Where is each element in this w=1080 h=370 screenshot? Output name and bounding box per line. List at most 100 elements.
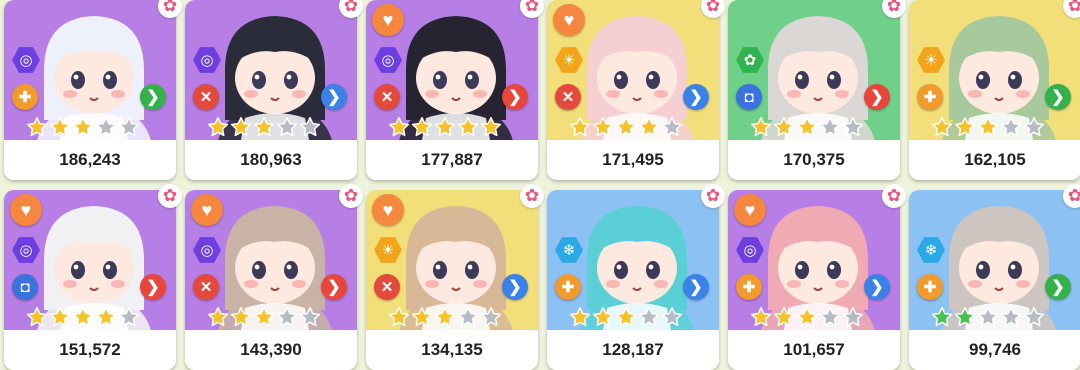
hero-card[interactable]: ♥ ✿ ☀ ✕ ❯ 134,135 [366, 184, 544, 370]
power-value: 162,105 [909, 140, 1080, 180]
favorite-heart-icon: ♥ [372, 4, 404, 36]
next-arrow-icon[interactable]: ❯ [321, 274, 347, 300]
next-arrow-icon[interactable]: ❯ [502, 84, 528, 110]
star-icon [95, 116, 117, 137]
star-icon [95, 306, 117, 327]
star-icon [615, 116, 637, 137]
favorite-heart-icon: ♥ [734, 194, 766, 226]
star-rating [569, 306, 683, 330]
favorite-heart-icon: ♥ [191, 194, 223, 226]
star-icon [253, 116, 275, 137]
flower-icon[interactable]: ✿ [158, 0, 182, 18]
star-icon [457, 306, 479, 327]
star-icon [977, 306, 999, 327]
star-icon [931, 306, 953, 327]
star-rating [750, 306, 864, 330]
star-icon [72, 306, 94, 327]
flower-icon[interactable]: ✿ [882, 0, 906, 18]
star-icon [796, 306, 818, 327]
power-value: 170,375 [728, 140, 900, 180]
plus-icon: ✚ [736, 274, 762, 300]
next-arrow-icon[interactable]: ❯ [683, 84, 709, 110]
hero-card[interactable]: ♥ ✿ ◎ ✕ ❯ 177,887 [366, 0, 544, 180]
flower-icon[interactable]: ✿ [701, 0, 725, 18]
star-icon [615, 306, 637, 327]
power-value: 171,495 [547, 140, 719, 180]
star-rating [207, 116, 321, 140]
hero-card[interactable]: ♥ ✿ ☀ ✕ ❯ 171,495 [547, 0, 725, 180]
next-arrow-icon[interactable]: ❯ [140, 274, 166, 300]
favorite-heart-icon: ♥ [372, 194, 404, 226]
star-icon [638, 116, 660, 137]
star-icon [434, 116, 456, 137]
hero-card[interactable]: ✿ ☀ ✚ ❯ 162,105 [909, 0, 1080, 180]
star-rating [569, 116, 683, 140]
swords-icon: ✕ [193, 274, 219, 300]
star-icon [299, 306, 321, 327]
star-icon [299, 116, 321, 137]
power-value: 134,135 [366, 330, 538, 370]
next-arrow-icon[interactable]: ❯ [864, 84, 890, 110]
next-arrow-icon[interactable]: ❯ [1045, 274, 1071, 300]
star-icon [207, 116, 229, 137]
star-icon [480, 306, 502, 327]
star-rating [26, 306, 140, 330]
shield-icon: ◘ [736, 84, 762, 110]
star-icon [411, 116, 433, 137]
flower-icon[interactable]: ✿ [339, 184, 363, 208]
star-icon [457, 116, 479, 137]
star-icon [1000, 306, 1022, 327]
flower-icon[interactable]: ✿ [520, 0, 544, 18]
star-rating [750, 116, 864, 140]
shield-icon: ◘ [12, 274, 38, 300]
star-icon [72, 116, 94, 137]
next-arrow-icon[interactable]: ❯ [1045, 84, 1071, 110]
star-icon [750, 116, 772, 137]
star-icon [842, 116, 864, 137]
swords-icon: ✕ [555, 84, 581, 110]
next-arrow-icon[interactable]: ❯ [864, 274, 890, 300]
star-icon [49, 116, 71, 137]
star-icon [773, 116, 795, 137]
star-icon [276, 306, 298, 327]
next-arrow-icon[interactable]: ❯ [321, 84, 347, 110]
star-icon [796, 116, 818, 137]
star-icon [842, 306, 864, 327]
flower-icon[interactable]: ✿ [882, 184, 906, 208]
plus-icon: ✚ [917, 84, 943, 110]
hero-card[interactable]: ✿ ◎ ✚ ❯ 186,243 [4, 0, 182, 180]
star-icon [750, 306, 772, 327]
star-icon [230, 116, 252, 137]
star-icon [569, 116, 591, 137]
hero-card[interactable]: ♥ ✿ ◎ ◘ ❯ 151,572 [4, 184, 182, 370]
star-icon [207, 306, 229, 327]
star-icon [592, 116, 614, 137]
flower-icon[interactable]: ✿ [158, 184, 182, 208]
star-icon [954, 306, 976, 327]
hero-card[interactable]: ♥ ✿ ◎ ✚ ❯ 101,657 [728, 184, 906, 370]
star-icon [1000, 116, 1022, 137]
hero-card[interactable]: ♥ ✿ ◎ ✕ ❯ 143,390 [185, 184, 363, 370]
star-icon [276, 116, 298, 137]
hero-card[interactable]: ✿ ❄ ✚ ❯ 128,187 [547, 184, 725, 370]
star-icon [1023, 306, 1045, 327]
flower-icon[interactable]: ✿ [1063, 184, 1080, 208]
next-arrow-icon[interactable]: ❯ [502, 274, 528, 300]
hero-card[interactable]: ✿ ✿ ◘ ❯ 170,375 [728, 0, 906, 180]
hero-card[interactable]: ✿ ❄ ✚ ❯ 99,746 [909, 184, 1080, 370]
power-value: 128,187 [547, 330, 719, 370]
star-icon [773, 306, 795, 327]
flower-icon[interactable]: ✿ [520, 184, 544, 208]
star-icon [388, 116, 410, 137]
power-value: 143,390 [185, 330, 357, 370]
flower-icon[interactable]: ✿ [701, 184, 725, 208]
power-value: 186,243 [4, 140, 176, 180]
flower-icon[interactable]: ✿ [339, 0, 363, 18]
hero-card[interactable]: ✿ ◎ ✕ ❯ 180,963 [185, 0, 363, 180]
star-icon [661, 116, 683, 137]
star-icon [977, 116, 999, 137]
star-rating [207, 306, 321, 330]
star-rating [931, 306, 1045, 330]
next-arrow-icon[interactable]: ❯ [683, 274, 709, 300]
next-arrow-icon[interactable]: ❯ [140, 84, 166, 110]
